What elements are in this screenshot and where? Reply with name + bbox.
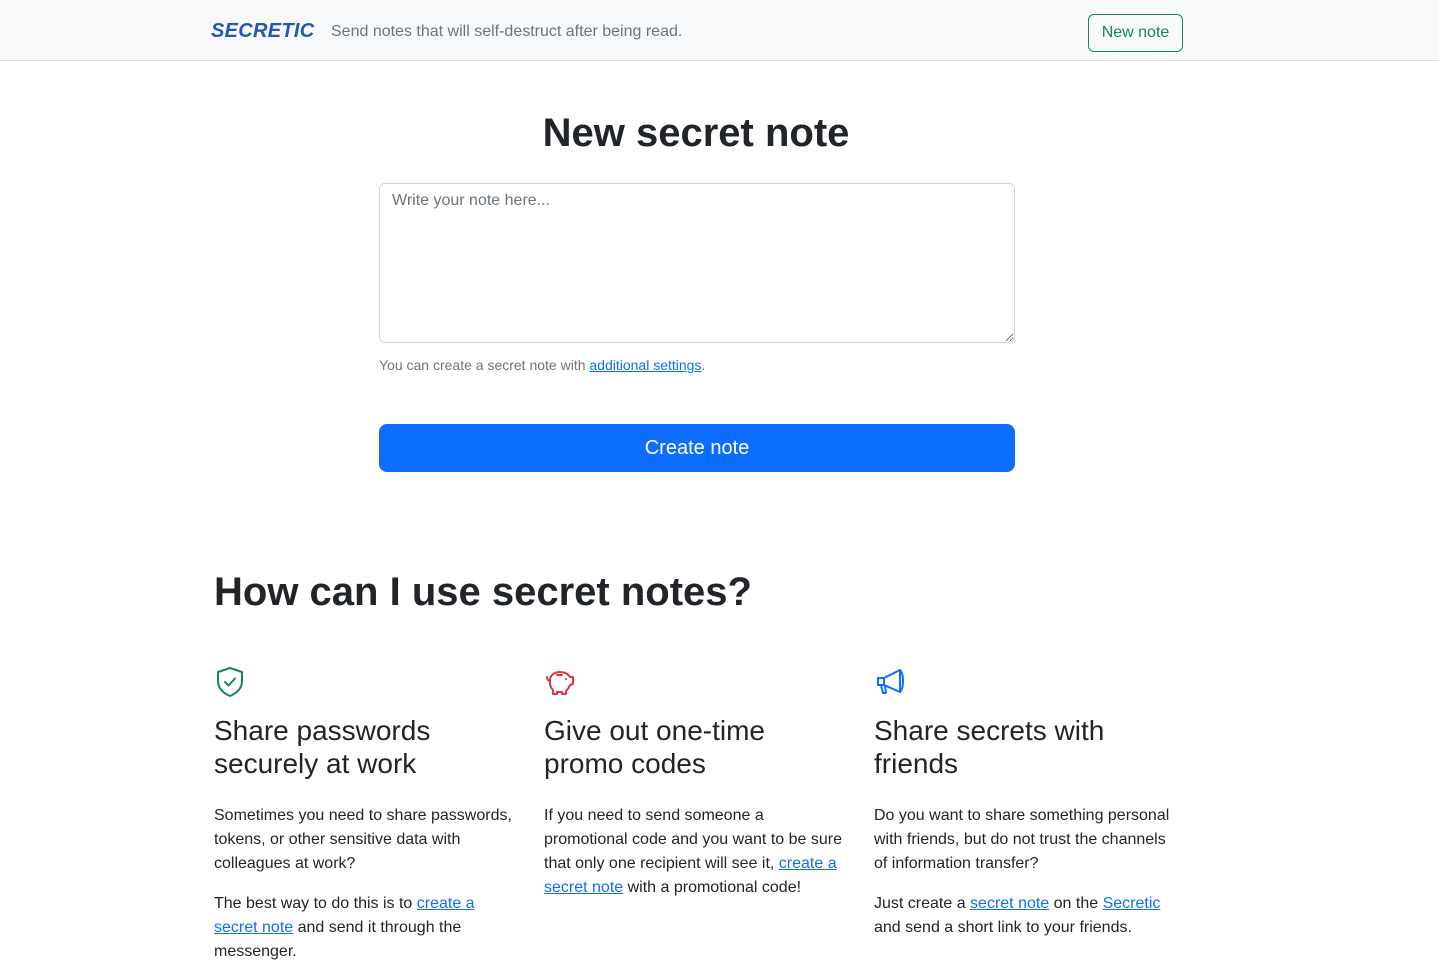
uses-section-title: How can I use secret notes? — [214, 570, 752, 614]
text-fragment: Just create a — [874, 895, 971, 912]
shield-check-icon — [217, 667, 243, 697]
text-fragment: and send a short link to your friends. — [874, 919, 1132, 936]
top-navbar: SECRETIC Send notes that will self-destr… — [0, 0, 1439, 61]
use-case-passwords: Share passwords securely at work Sometim… — [214, 666, 520, 964]
piggy-bank-icon — [546, 671, 574, 695]
new-note-button[interactable]: New note — [1088, 14, 1183, 52]
use-case-title: Share secrets with friends — [874, 715, 1105, 779]
use-case-title: Share passwords securely at work — [214, 715, 431, 779]
secretic-link[interactable]: Secretic — [1103, 895, 1161, 912]
text-fragment: The best way to do this is to — [214, 895, 417, 912]
settings-hint-suffix: . — [701, 357, 706, 373]
note-textarea[interactable] — [379, 183, 1015, 343]
text-fragment: on the — [1049, 895, 1103, 912]
use-case-title: Give out one-time promo codes — [544, 715, 765, 779]
settings-hint-text: You can create a secret note with — [379, 357, 590, 373]
use-case-text: Do you want to share something personal … — [874, 807, 1170, 872]
brand-logo[interactable]: SECRETIC — [211, 20, 315, 43]
use-case-text: Just create a secret note on the Secreti… — [874, 892, 1180, 940]
use-case-text: Sometimes you need to share passwords, t… — [214, 807, 512, 872]
use-case-text: If you need to send someone a promotiona… — [544, 804, 850, 900]
megaphone-icon — [877, 669, 904, 694]
settings-hint: You can create a secret note with additi… — [379, 357, 705, 373]
secret-note-link[interactable]: secret note — [970, 895, 1049, 912]
use-case-promo-codes: Give out one-time promo codes If you nee… — [544, 666, 850, 900]
additional-settings-link[interactable]: additional settings — [589, 357, 701, 373]
create-note-button[interactable]: Create note — [379, 424, 1015, 472]
use-case-text: The best way to do this is to create a s… — [214, 892, 520, 964]
use-case-friends: Share secrets with friends Do you want t… — [874, 666, 1180, 940]
text-fragment: with a promotional code! — [623, 879, 802, 896]
tagline: Send notes that will self-destruct after… — [331, 23, 683, 40]
page-title: New secret note — [542, 111, 850, 155]
